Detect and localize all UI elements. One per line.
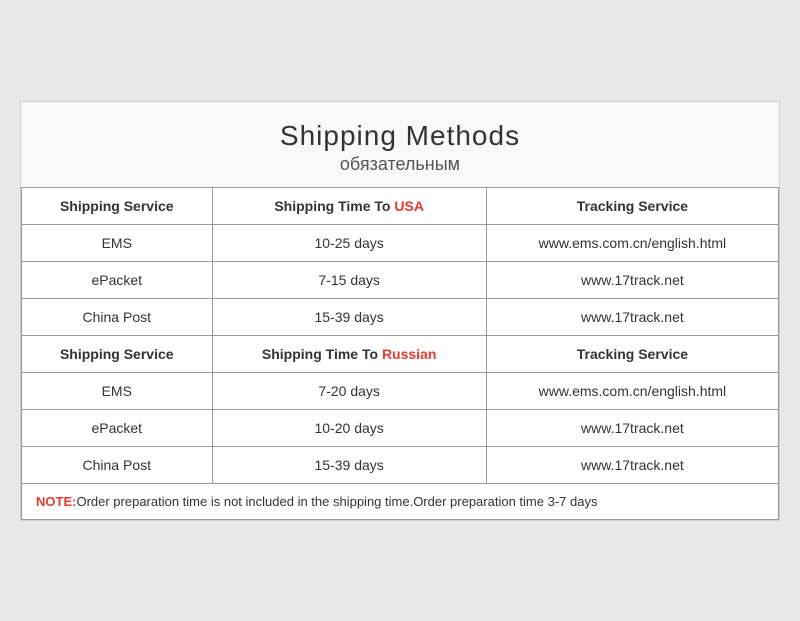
- main-container: Shipping Methods обязательным Shipping S…: [20, 101, 780, 521]
- usa-row-3: China Post 15-39 days www.17track.net: [22, 298, 779, 335]
- usa-r1-tracking: www.ems.com.cn/english.html: [486, 224, 778, 261]
- usa-col2-prefix: Shipping Time To: [274, 198, 394, 214]
- usa-col2-header: Shipping Time To USA: [212, 187, 486, 224]
- title-section: Shipping Methods обязательным: [21, 102, 779, 187]
- usa-col1-header: Shipping Service: [22, 187, 213, 224]
- russian-accent: Russian: [382, 346, 436, 362]
- note-row: NOTE:Order preparation time is not inclu…: [22, 483, 779, 519]
- usa-header-row: Shipping Service Shipping Time To USA Tr…: [22, 187, 779, 224]
- usa-r2-time: 7-15 days: [212, 261, 486, 298]
- russian-row-3: China Post 15-39 days www.17track.net: [22, 446, 779, 483]
- sub-title: обязательным: [31, 154, 769, 175]
- russian-r3-time: 15-39 days: [212, 446, 486, 483]
- russian-r1-time: 7-20 days: [212, 372, 486, 409]
- russian-col2-prefix: Shipping Time To: [262, 346, 382, 362]
- note-label: NOTE:: [36, 494, 76, 509]
- russian-r1-service: EMS: [22, 372, 213, 409]
- usa-r2-tracking: www.17track.net: [486, 261, 778, 298]
- shipping-table: Shipping Service Shipping Time To USA Tr…: [21, 187, 779, 520]
- russian-r2-service: ePacket: [22, 409, 213, 446]
- main-title: Shipping Methods: [31, 120, 769, 152]
- usa-r1-time: 10-25 days: [212, 224, 486, 261]
- russian-header-row: Shipping Service Shipping Time To Russia…: [22, 335, 779, 372]
- russian-col1-header: Shipping Service: [22, 335, 213, 372]
- usa-col3-header: Tracking Service: [486, 187, 778, 224]
- usa-r2-service: ePacket: [22, 261, 213, 298]
- note-cell: NOTE:Order preparation time is not inclu…: [22, 483, 779, 519]
- usa-row-2: ePacket 7-15 days www.17track.net: [22, 261, 779, 298]
- usa-r1-service: EMS: [22, 224, 213, 261]
- russian-row-1: EMS 7-20 days www.ems.com.cn/english.htm…: [22, 372, 779, 409]
- russian-r2-time: 10-20 days: [212, 409, 486, 446]
- russian-col2-header: Shipping Time To Russian: [212, 335, 486, 372]
- russian-r3-service: China Post: [22, 446, 213, 483]
- russian-row-2: ePacket 10-20 days www.17track.net: [22, 409, 779, 446]
- russian-r2-tracking: www.17track.net: [486, 409, 778, 446]
- usa-accent: USA: [394, 198, 424, 214]
- usa-r3-service: China Post: [22, 298, 213, 335]
- note-text: Order preparation time is not included i…: [76, 494, 597, 509]
- usa-r3-tracking: www.17track.net: [486, 298, 778, 335]
- usa-r3-time: 15-39 days: [212, 298, 486, 335]
- russian-r1-tracking: www.ems.com.cn/english.html: [486, 372, 778, 409]
- russian-col3-header: Tracking Service: [486, 335, 778, 372]
- russian-r3-tracking: www.17track.net: [486, 446, 778, 483]
- usa-row-1: EMS 10-25 days www.ems.com.cn/english.ht…: [22, 224, 779, 261]
